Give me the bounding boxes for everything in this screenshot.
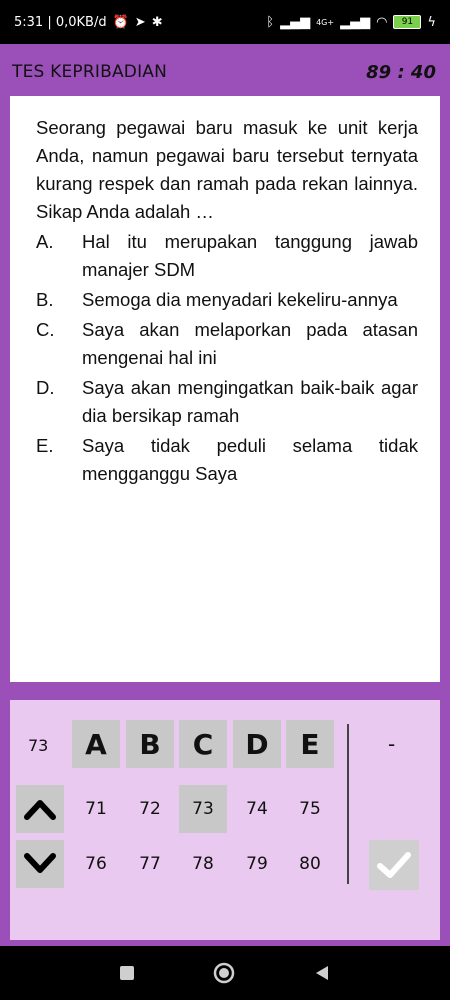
status-time-info: 5:31 | 0,0KB/d — [14, 14, 107, 30]
option-c: C. Saya akan melaporkan pada atasan meng… — [36, 316, 418, 372]
question-card: Seorang pegawai baru masuk ke unit kerja… — [10, 96, 440, 682]
back-icon[interactable] — [313, 964, 331, 982]
status-left: 5:31 | 0,0KB/d ⏰ ➤ ✱ — [14, 15, 163, 30]
system-navigation-bar — [0, 946, 450, 1000]
app-header: TES KEPRIBADIAN 89 : 40 — [0, 44, 450, 100]
status-bar: 5:31 | 0,0KB/d ⏰ ➤ ✱ ᛒ ▂▄▆ 4G+ ▂▄▆ ◠ 91 … — [0, 0, 450, 44]
question-number-76[interactable]: 76 — [72, 840, 120, 888]
answer-button-d[interactable]: D — [233, 720, 281, 768]
chevron-down-icon — [24, 853, 56, 873]
option-letter: D. — [36, 377, 55, 398]
option-b: B. Semoga dia menyadari kekeliru-annya — [36, 286, 418, 314]
option-text: Saya tidak peduli selama tidak menggangg… — [82, 435, 418, 484]
answer-button-e[interactable]: E — [286, 720, 334, 768]
battery-icon: 91 — [393, 15, 422, 29]
status-right: ᛒ ▂▄▆ 4G+ ▂▄▆ ◠ 91 ϟ — [266, 15, 436, 30]
chevron-up-icon — [24, 800, 56, 820]
question-number-71[interactable]: 71 — [72, 785, 120, 833]
page-title: TES KEPRIBADIAN — [12, 62, 168, 82]
divider — [347, 724, 349, 884]
question-number-72[interactable]: 72 — [126, 785, 174, 833]
option-text: Saya akan mengingatkan baik-baik agar di… — [82, 377, 418, 426]
wifi-icon: ◠ — [376, 14, 388, 30]
submit-button[interactable] — [369, 840, 419, 890]
question-number-80[interactable]: 80 — [286, 840, 334, 888]
option-a: A. Hal itu merupakan tanggung jawab mana… — [36, 228, 418, 284]
check-icon — [377, 852, 411, 878]
answer-button-b[interactable]: B — [126, 720, 174, 768]
charging-icon: ϟ — [427, 14, 436, 30]
answer-button-c[interactable]: C — [179, 720, 227, 768]
option-text: Hal itu merupakan tanggung jawab manajer… — [82, 231, 418, 280]
option-letter: B. — [36, 289, 54, 310]
question-number-77[interactable]: 77 — [126, 840, 174, 888]
option-d: D. Saya akan mengingatkan baik-baik agar… — [36, 374, 418, 430]
option-letter: C. — [36, 319, 55, 340]
selected-answer-display: - — [388, 732, 396, 756]
alarm-icon: ⏰ — [112, 14, 129, 30]
network-type: 4G+ — [316, 17, 335, 27]
home-icon[interactable] — [212, 961, 236, 985]
option-letter: E. — [36, 435, 54, 456]
telegram-icon: ➤ — [134, 14, 146, 30]
question-number-79[interactable]: 79 — [233, 840, 281, 888]
answer-navigator-panel: 73 A B C D E - 71 72 73 74 75 76 77 78 7… — [10, 700, 440, 940]
current-question-number: 73 — [28, 736, 49, 755]
question-number-78[interactable]: 78 — [179, 840, 227, 888]
bluetooth-icon: ᛒ — [266, 14, 275, 30]
settings-icon: ✱ — [151, 14, 163, 30]
scroll-up-button[interactable] — [16, 785, 64, 833]
recent-apps-icon[interactable] — [119, 965, 135, 981]
scroll-down-button[interactable] — [16, 840, 64, 888]
answer-button-a[interactable]: A — [72, 720, 120, 768]
option-text: Saya akan melaporkan pada atasan mengena… — [82, 319, 418, 368]
signal-icon-2: ▂▄▆ — [340, 14, 371, 30]
question-number-74[interactable]: 74 — [233, 785, 281, 833]
question-text: Seorang pegawai baru masuk ke unit kerja… — [36, 117, 418, 222]
question-number-75[interactable]: 75 — [286, 785, 334, 833]
option-e: E. Saya tidak peduli selama tidak mengga… — [36, 432, 418, 488]
option-text: Semoga dia menyadari kekeliru-annya — [82, 289, 398, 310]
question-number-73[interactable]: 73 — [179, 785, 227, 833]
countdown-timer: 89 : 40 — [366, 61, 436, 83]
signal-icon: ▂▄▆ — [280, 14, 311, 30]
option-letter: A. — [36, 231, 54, 252]
